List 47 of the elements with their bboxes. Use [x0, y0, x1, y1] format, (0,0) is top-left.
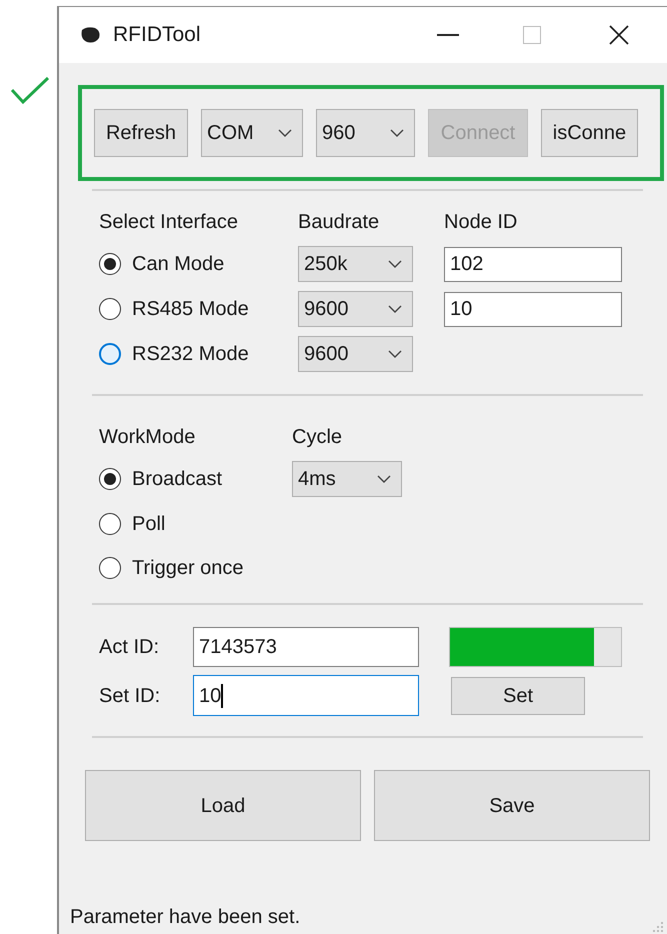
radio-label: Can Mode — [132, 252, 224, 277]
radio-label: Poll — [132, 512, 166, 536]
caret-icon — [278, 129, 292, 137]
app-icon — [79, 26, 101, 44]
radio-button[interactable] — [99, 343, 121, 365]
field-label: Act ID: — [99, 635, 160, 660]
checkmark-icon — [10, 76, 50, 104]
radio-label: RS232 Mode — [132, 342, 249, 367]
radio-button[interactable] — [99, 512, 121, 534]
caret-icon — [388, 260, 402, 268]
resize-grip-icon[interactable] — [651, 920, 665, 934]
input-field[interactable]: 10 — [444, 292, 622, 326]
button[interactable]: Refresh — [94, 109, 188, 157]
dropdown[interactable]: 9600 — [298, 336, 413, 372]
close-icon[interactable] — [609, 25, 629, 45]
column-heading: Baudrate — [298, 210, 380, 235]
save-button[interactable]: Save — [374, 770, 650, 841]
input-field[interactable]: 7143573 — [193, 627, 419, 667]
dropdown[interactable]: 960 — [316, 109, 415, 157]
dropdown[interactable]: 9600 — [298, 291, 413, 327]
column-heading: WorkMode — [99, 425, 196, 450]
window-title: RFIDTool — [113, 22, 201, 48]
radio-button[interactable] — [99, 253, 121, 275]
dropdown[interactable]: COM — [201, 109, 303, 157]
field-label: Set ID: — [99, 684, 162, 708]
caret-icon — [388, 305, 402, 313]
column-heading: Select Interface — [99, 210, 239, 235]
dropdown[interactable]: 250k — [298, 246, 413, 282]
dropdown[interactable]: 4ms — [292, 461, 402, 497]
radio-button[interactable] — [99, 468, 121, 490]
radio-label: Trigger once — [132, 556, 244, 580]
radio-button[interactable] — [99, 556, 121, 578]
input-field[interactable]: 102 — [444, 246, 622, 282]
status-text: Parameter have been set. — [70, 905, 300, 930]
radio-label: RS485 Mode — [132, 297, 249, 322]
radio-button[interactable] — [99, 298, 121, 320]
load-button[interactable]: Load — [85, 770, 361, 841]
set-button[interactable]: Set — [451, 676, 585, 714]
radio-label: Broadcast — [132, 467, 222, 492]
button[interactable]: isConne — [541, 109, 638, 157]
column-heading: Cycle — [292, 425, 344, 450]
caret-icon — [388, 350, 402, 358]
input-field[interactable]: 10 — [193, 675, 419, 716]
minimize-icon[interactable] — [437, 33, 459, 37]
column-heading: Node ID — [444, 210, 518, 235]
caret-icon — [390, 129, 404, 137]
caret-icon — [377, 475, 391, 483]
